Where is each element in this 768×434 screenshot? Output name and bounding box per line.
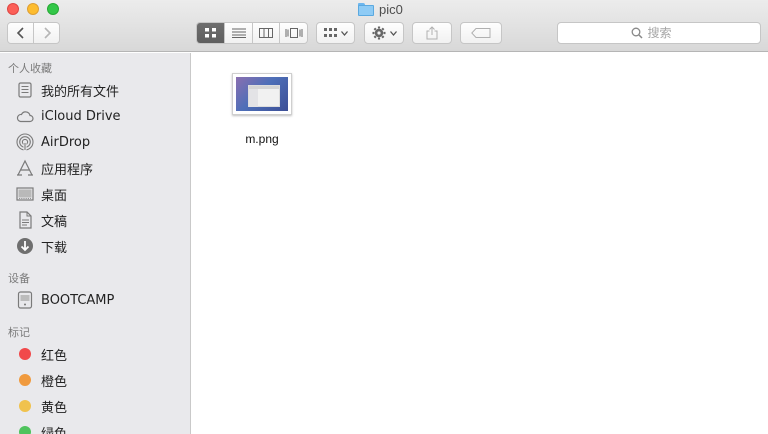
sidebar: 个人收藏 我的所有文件 iCloud Drive AirDrop 应用程序 桌面… xyxy=(0,53,191,434)
search-icon xyxy=(631,27,643,39)
gear-icon xyxy=(372,26,385,40)
column-view-icon xyxy=(259,28,273,38)
red-tag-dot-icon xyxy=(19,348,31,360)
file-name: m.png xyxy=(245,132,279,146)
list-view-button[interactable] xyxy=(225,23,253,43)
sidebar-item-bootcamp[interactable]: BOOTCAMP xyxy=(0,288,190,312)
orange-tag-dot-icon xyxy=(19,374,31,386)
sidebar-tag-red[interactable]: 红色 xyxy=(0,342,190,366)
sidebar-item-all-files[interactable]: 我的所有文件 xyxy=(0,78,190,102)
view-mode-control xyxy=(196,22,308,44)
airdrop-icon xyxy=(16,133,34,151)
window-title-text: pic0 xyxy=(379,1,403,17)
back-button[interactable] xyxy=(8,23,34,43)
file-browser: m.png xyxy=(192,53,768,434)
list-view-icon xyxy=(231,28,246,38)
close-window-button[interactable] xyxy=(7,3,19,15)
cloud-icon xyxy=(16,107,34,125)
column-view-button[interactable] xyxy=(253,23,280,43)
minimize-window-button[interactable] xyxy=(27,3,39,15)
sidebar-item-label: iCloud Drive xyxy=(41,108,121,124)
download-icon xyxy=(16,237,34,255)
sidebar-section-devices: 设备 xyxy=(8,272,30,285)
sidebar-item-label: AirDrop xyxy=(41,134,91,150)
sidebar-item-label: 绿色 xyxy=(41,426,68,434)
zoom-window-button[interactable] xyxy=(47,3,59,15)
share-icon xyxy=(426,26,438,40)
action-button[interactable] xyxy=(364,22,404,44)
sidebar-item-desktop[interactable]: 桌面 xyxy=(0,182,190,206)
sidebar-item-label: 下载 xyxy=(41,240,68,256)
sidebar-item-documents[interactable]: 文稿 xyxy=(0,208,190,232)
sidebar-item-label: 应用程序 xyxy=(41,162,94,178)
sidebar-item-label: 文稿 xyxy=(41,214,68,230)
window-title: pic0 xyxy=(358,1,403,17)
folder-icon xyxy=(358,2,374,16)
documents-icon xyxy=(16,211,34,229)
sidebar-item-airdrop[interactable]: AirDrop xyxy=(0,130,190,154)
icon-view-icon xyxy=(204,28,216,38)
sidebar-item-label: 橙色 xyxy=(41,374,68,390)
finder-window: pic0 搜索 个人收藏 我的所有文件 iCloud Drive AirDrop… xyxy=(0,0,768,434)
sidebar-item-label: 桌面 xyxy=(41,188,68,204)
chevron-right-icon xyxy=(43,27,51,39)
all-files-icon xyxy=(16,81,34,99)
icon-view-button[interactable] xyxy=(197,23,225,43)
forward-button[interactable] xyxy=(34,23,59,43)
search-input[interactable] xyxy=(647,26,688,40)
tag-icon xyxy=(471,28,491,38)
chevron-left-icon xyxy=(16,27,24,39)
arrange-icon xyxy=(323,28,337,37)
cover-flow-icon xyxy=(285,28,302,38)
sidebar-tag-yellow[interactable]: 黄色 xyxy=(0,394,190,418)
toolbar: pic0 xyxy=(0,0,768,52)
sidebar-tag-orange[interactable]: 橙色 xyxy=(0,368,190,392)
desktop-icon xyxy=(16,185,34,203)
applications-icon xyxy=(16,159,34,177)
sidebar-item-downloads[interactable]: 下载 xyxy=(0,234,190,258)
cover-flow-button[interactable] xyxy=(280,23,307,43)
sidebar-item-icloud-drive[interactable]: iCloud Drive xyxy=(0,104,190,128)
edit-tags-button[interactable] xyxy=(460,22,502,44)
sidebar-section-favorites: 个人收藏 xyxy=(8,62,52,75)
chevron-down-icon xyxy=(389,30,397,36)
chevron-down-icon xyxy=(340,30,348,36)
sidebar-item-label: 红色 xyxy=(41,348,68,364)
share-button[interactable] xyxy=(412,22,452,44)
sidebar-item-label: 我的所有文件 xyxy=(41,84,120,100)
sidebar-item-label: BOOTCAMP xyxy=(41,292,115,308)
sidebar-tag-green[interactable]: 绿色 xyxy=(0,420,190,434)
search-field[interactable] xyxy=(557,22,761,44)
sidebar-section-tags: 标记 xyxy=(8,326,30,339)
green-tag-dot-icon xyxy=(19,426,31,434)
navigation-buttons xyxy=(7,22,60,44)
arrange-button[interactable] xyxy=(316,22,355,44)
sidebar-item-label: 黄色 xyxy=(41,400,68,416)
image-thumbnail-icon xyxy=(232,73,292,115)
drive-icon xyxy=(16,291,34,309)
yellow-tag-dot-icon xyxy=(19,400,31,412)
sidebar-item-applications[interactable]: 应用程序 xyxy=(0,156,190,180)
